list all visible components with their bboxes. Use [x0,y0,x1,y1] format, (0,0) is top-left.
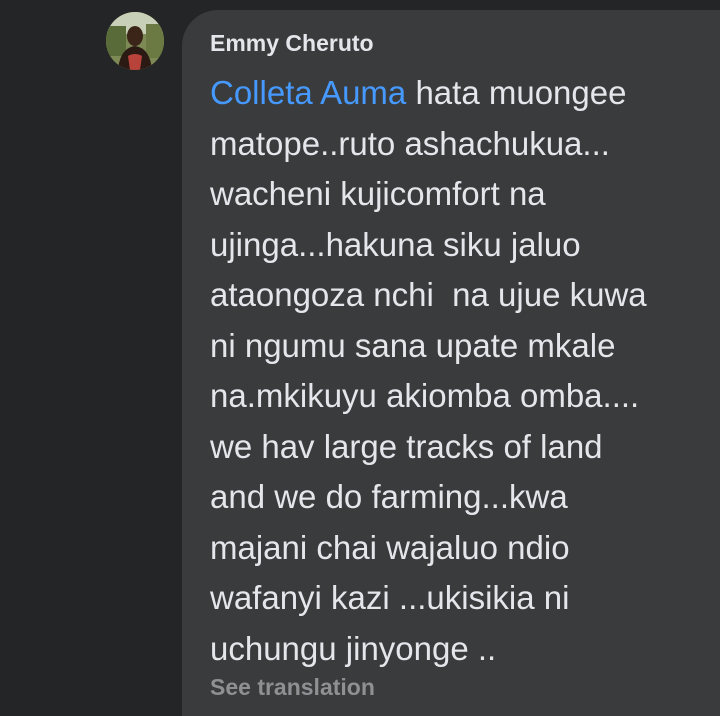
comment-line: Colleta Auma hata muongee [210,68,710,119]
comment-line: ataongoza nchi na ujue kuwa [210,276,647,313]
comment-line: wacheni kujicomfort na [210,175,546,212]
comment-line: ni ngumu sana upate mkale [210,326,616,364]
comment-author-name[interactable]: Emmy Cheruto [210,30,374,57]
comment-line: matope..ruto ashachukua... [210,124,610,162]
mention-link[interactable]: Colleta Auma [210,74,406,111]
comment-screen: Emmy Cheruto Colleta Auma hata muongee m… [0,0,720,716]
comment-line: ujinga...hakuna siku jaluo [210,225,581,263]
comment-line: we hav large tracks of land [210,427,603,465]
comment-line: majani chai wajaluo ndio [210,528,570,566]
comment-line: wafanyi kazi ...ukisikia ni [210,579,570,616]
see-translation-link[interactable]: See translation [210,674,375,701]
avatar[interactable] [106,12,164,70]
comment-line: and we do farming...kwa [210,478,568,515]
profile-photo-icon [106,12,164,70]
comment-line: na.mkikuyu akiomba omba.... [210,377,640,414]
comment-line: uchungu jinyonge .. [210,629,497,667]
comment-text: Colleta Auma hata muongee matope..ruto a… [210,68,710,674]
comment-text-segment: hata muongee [406,74,627,111]
